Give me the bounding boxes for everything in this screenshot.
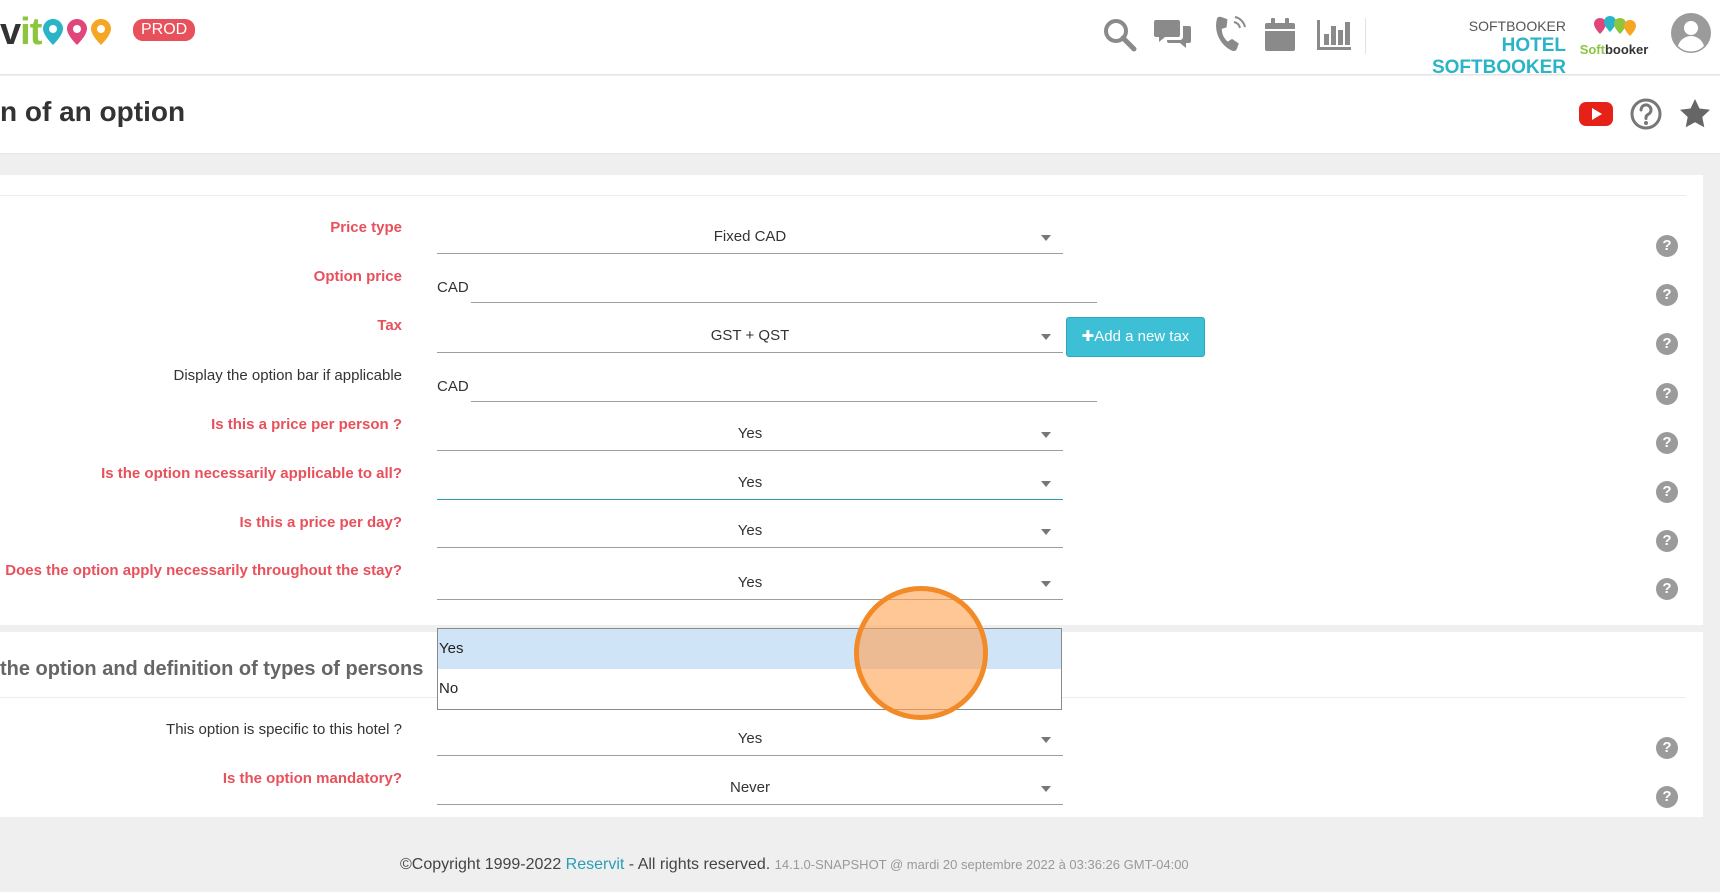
footer: ©Copyright 1999-2022 Reservit - All righ… <box>400 856 1189 874</box>
applicable-all-label: Is the option necessarily applicable to … <box>101 465 402 482</box>
rights-text: - All rights reserved. <box>624 856 775 873</box>
whole-stay-label: Does the option apply necessarily throug… <box>5 562 402 579</box>
panel-divider <box>0 195 1686 196</box>
search-icon[interactable] <box>1101 16 1139 54</box>
page-title: n of an option <box>0 96 186 127</box>
whole-stay-select[interactable]: Yes <box>437 566 1063 600</box>
phone-icon[interactable] <box>1208 16 1246 54</box>
copyright-text: ©Copyright 1999-2022 <box>400 856 566 873</box>
price-type-value: Fixed CAD <box>713 228 787 245</box>
calendar-icon[interactable] <box>1261 16 1299 54</box>
user-avatar-icon[interactable] <box>1670 12 1712 54</box>
pin-blue-icon <box>43 19 64 45</box>
price-type-label: Price type <box>330 219 402 236</box>
per-day-select[interactable]: Yes <box>437 514 1063 548</box>
chevron-down-icon <box>1041 481 1051 487</box>
specific-hotel-label: This option is specific to this hotel ? <box>166 721 402 738</box>
whole-stay-value: Yes <box>737 574 763 591</box>
add-tax-button[interactable]: ✚Add a new tax <box>1066 317 1205 357</box>
company-name-small: SOFTBOOKER <box>1468 18 1566 34</box>
softbooker-logo: Softbooker <box>1574 14 1654 60</box>
help-icon[interactable]: ? <box>1656 786 1678 808</box>
star-icon[interactable] <box>1677 96 1713 132</box>
chevron-down-icon <box>1041 737 1051 743</box>
applicable-all-value: Yes <box>737 474 763 491</box>
option-bar-label: Display the option bar if applicable <box>173 367 402 384</box>
help-icon[interactable]: ? <box>1656 737 1678 759</box>
option-price-label: Option price <box>313 268 402 285</box>
option-price-row: CAD <box>437 269 1097 303</box>
chevron-down-icon <box>1041 432 1051 438</box>
chevron-down-icon <box>1041 334 1051 340</box>
currency-prefix: CAD <box>437 378 469 395</box>
tax-select[interactable]: GST + QST <box>437 319 1063 353</box>
chevron-down-icon <box>1041 786 1051 792</box>
help-circle-icon[interactable] <box>1628 96 1664 132</box>
tax-label: Tax <box>377 317 402 334</box>
currency-prefix: CAD <box>437 279 469 296</box>
per-day-label: Is this a price per day? <box>239 514 402 531</box>
reservit-link[interactable]: Reservit <box>566 856 625 873</box>
page-header: n of an option <box>0 76 1720 154</box>
logo-text: vit <box>0 11 42 53</box>
mandatory-label: Is the option mandatory? <box>222 770 402 787</box>
option-bar-input[interactable] <box>471 368 1097 402</box>
option-pricing-panel: Price type Fixed CAD ? Option price CAD … <box>0 175 1703 625</box>
help-icon[interactable]: ? <box>1656 284 1678 306</box>
per-day-value: Yes <box>737 522 763 539</box>
logo-pins <box>43 19 115 45</box>
hotel-name[interactable]: HOTEL SOFTBOOKER <box>1370 35 1566 79</box>
pin-orange-icon <box>91 19 112 45</box>
version-text: 14.1.0-SNAPSHOT @ mardi 20 septembre 202… <box>774 857 1189 872</box>
applicable-all-select[interactable]: Yes <box>437 466 1063 500</box>
specific-hotel-select[interactable]: Yes <box>437 722 1063 756</box>
help-icon[interactable]: ? <box>1656 333 1678 355</box>
mandatory-value: Never <box>729 779 770 796</box>
chart-icon[interactable] <box>1315 16 1353 54</box>
help-icon[interactable]: ? <box>1656 432 1678 454</box>
pin-pink-icon <box>67 19 88 45</box>
help-icon[interactable]: ? <box>1656 235 1678 257</box>
chevron-down-icon <box>1041 235 1051 241</box>
specific-hotel-value: Yes <box>737 730 763 747</box>
env-badge: PROD <box>133 19 196 41</box>
price-type-select[interactable]: Fixed CAD <box>437 220 1063 254</box>
reservit-logo[interactable]: vit <box>0 12 115 52</box>
chat-icon[interactable] <box>1154 16 1192 54</box>
help-icon[interactable]: ? <box>1656 578 1678 600</box>
per-person-value: Yes <box>737 425 763 442</box>
chevron-down-icon <box>1041 529 1051 535</box>
top-bar: vit PROD SOFTBOOKER HOTEL SOFTBOOKER Sof… <box>0 0 1720 78</box>
mandatory-select[interactable]: Never <box>437 771 1063 805</box>
option-price-input[interactable] <box>471 269 1097 303</box>
per-person-label: Is this a price per person ? <box>211 416 402 433</box>
softbooker-pins-icon <box>1594 16 1636 36</box>
plus-icon: ✚ <box>1081 328 1095 345</box>
help-icon[interactable]: ? <box>1656 481 1678 503</box>
chevron-down-icon <box>1041 581 1051 587</box>
click-indicator <box>854 586 988 720</box>
option-bar-row: CAD <box>437 368 1097 402</box>
help-icon[interactable]: ? <box>1656 383 1678 405</box>
softbooker-wordmark: Softbooker <box>1579 42 1649 57</box>
help-icon[interactable]: ? <box>1656 530 1678 552</box>
topbar-separator <box>1365 18 1366 54</box>
tax-value: GST + QST <box>710 327 790 344</box>
per-person-select[interactable]: Yes <box>437 417 1063 451</box>
youtube-icon[interactable] <box>1578 96 1614 132</box>
section-title: the option and definition of types of pe… <box>0 658 424 680</box>
